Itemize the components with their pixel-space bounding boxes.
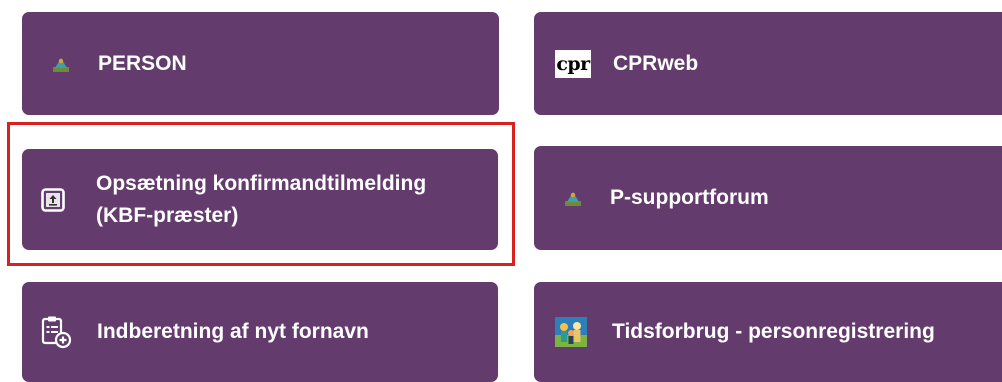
tile-label-line2: (KBF-præster): [96, 203, 239, 227]
tile-label-line1: Opsætning konfirmandtilmelding: [96, 171, 427, 195]
tile-label: PERSON: [98, 51, 187, 75]
tile-cprweb[interactable]: cpr CPRweb: [534, 12, 1002, 115]
tile-label: P-supportforum: [610, 186, 769, 209]
tile-label-block: Opsætning konfirmandtilmelding (KBF-præs…: [96, 168, 426, 232]
cpr-logo-icon: cpr: [555, 49, 591, 78]
person-app-icon: [50, 53, 72, 75]
tile-opsaetning-konfirmandtilmelding[interactable]: Opsætning konfirmandtilmelding (KBF-præs…: [22, 149, 498, 250]
tile-person[interactable]: PERSON: [22, 12, 499, 115]
add-form-icon: [39, 314, 73, 350]
tile-label: Indberetning af nyt fornavn: [97, 320, 369, 343]
tile-label: CPRweb: [613, 51, 699, 75]
person-app-icon: [562, 187, 584, 209]
people-picture-icon: [554, 316, 588, 348]
upload-form-icon: [40, 187, 66, 213]
tile-p-supportforum[interactable]: P-supportforum: [534, 146, 1002, 250]
tile-indberetning-af-nyt-fornavn[interactable]: Indberetning af nyt fornavn: [22, 282, 498, 382]
tile-label: Tidsforbrug - personregistrering: [612, 320, 935, 343]
tile-tidsforbrug-personregistrering[interactable]: Tidsforbrug - personregistrering: [534, 282, 1002, 382]
